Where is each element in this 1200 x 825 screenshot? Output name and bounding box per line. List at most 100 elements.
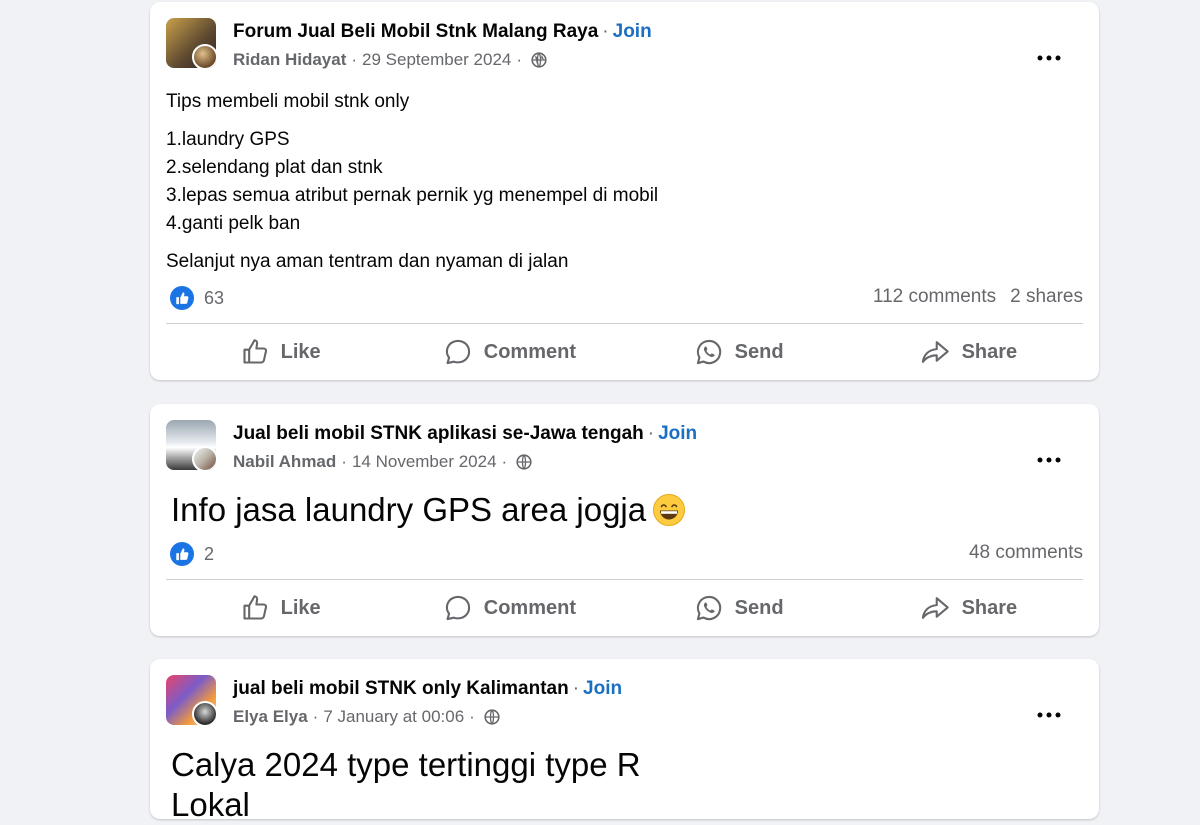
group-name-link[interactable]: Forum Jual Beli Mobil Stnk Malang Raya <box>233 21 598 42</box>
reaction-stats: 63 112 comments 2 shares <box>166 286 1083 316</box>
post-date[interactable]: 14 November 2024 <box>352 452 497 472</box>
post-meta: Nabil Ahmad · 14 November 2024 · <box>233 452 532 472</box>
post-text-line: Lokal <box>171 786 250 823</box>
divider <box>166 323 1083 324</box>
action-bar: Like Comment Send Share <box>166 582 1083 634</box>
separator-dot: · <box>341 452 347 471</box>
globe-icon <box>516 454 532 470</box>
post-meta: Elya Elya · 7 January at 00:06 · <box>233 707 500 727</box>
author-avatar[interactable] <box>192 44 216 68</box>
comment-count[interactable]: 112 comments <box>873 286 996 307</box>
more-options-icon <box>1037 457 1061 463</box>
like-count: 63 <box>204 287 225 308</box>
globe-icon <box>531 52 547 68</box>
separator-dot: · <box>516 50 523 69</box>
more-options-button[interactable] <box>1029 440 1069 480</box>
separator-dot: · <box>351 50 358 69</box>
feed-post: Jual beli mobil STNK aplikasi se-Jawa te… <box>150 404 1099 636</box>
separator-dot: · <box>501 452 508 471</box>
more-options-icon <box>1037 55 1061 61</box>
author-name[interactable]: Ridan Hidayat <box>233 50 346 70</box>
post-body: Tips membeli mobil stnk only 1.laundry G… <box>166 88 658 276</box>
join-group-link[interactable]: Join <box>583 678 622 699</box>
comment-bubble-icon <box>445 339 470 365</box>
thumbs-up-icon <box>170 286 194 310</box>
like-button[interactable]: Like <box>166 326 395 378</box>
group-name-link[interactable]: Jual beli mobil STNK aplikasi se-Jawa te… <box>233 423 644 444</box>
reaction-stats: 2 48 comments <box>166 542 1083 572</box>
group-name-line: Jual beli mobil STNK aplikasi se-Jawa te… <box>233 423 697 445</box>
share-arrow-icon <box>921 341 949 363</box>
group-name-link[interactable]: jual beli mobil STNK only Kalimantan <box>233 678 569 699</box>
post-list-item: 2.selendang plat dan stnk <box>166 157 383 178</box>
group-name-line: jual beli mobil STNK only Kalimantan · Joi… <box>233 678 622 700</box>
more-options-icon <box>1037 712 1061 718</box>
action-bar: Like Comment Send Share <box>166 326 1083 378</box>
share-button[interactable]: Share <box>854 582 1083 634</box>
reaction-count[interactable]: 63 <box>170 286 224 310</box>
post-header: Jual beli mobil STNK aplikasi se-Jawa te… <box>166 420 1083 476</box>
post-text: Info jasa laundry GPS area jogja <box>171 491 647 528</box>
comment-label: Comment <box>483 596 576 619</box>
globe-icon <box>484 709 500 725</box>
share-label: Share <box>961 596 1018 619</box>
post-date[interactable]: 7 January at 00:06 <box>323 707 464 727</box>
share-button[interactable]: Share <box>854 326 1083 378</box>
reaction-count[interactable]: 2 <box>170 542 214 566</box>
post-header: jual beli mobil STNK only Kalimantan · Joi… <box>166 675 1083 731</box>
send-button[interactable]: Send <box>625 582 854 634</box>
send-label: Send <box>734 596 784 619</box>
post-body: Calya 2024 type tertinggi type R Lokal <box>171 745 641 825</box>
more-options-button[interactable] <box>1029 38 1069 78</box>
whatsapp-icon <box>696 339 721 365</box>
send-button[interactable]: Send <box>625 326 854 378</box>
post-list-item: 4.ganti pelk ban <box>166 213 301 234</box>
feed-post: jual beli mobil STNK only Kalimantan · Joi… <box>150 659 1099 823</box>
group-name-line: Forum Jual Beli Mobil Stnk Malang Raya · J… <box>233 21 652 43</box>
share-label: Share <box>961 340 1018 363</box>
separator-dot: · <box>572 678 580 699</box>
post-meta: Ridan Hidayat · 29 September 2024 · <box>233 50 547 70</box>
comment-bubble-icon <box>445 595 470 621</box>
author-name[interactable]: Nabil Ahmad <box>233 452 336 472</box>
post-list-item: 1.laundry GPS <box>166 129 290 150</box>
separator-dot: · <box>602 21 609 42</box>
author-name[interactable]: Elya Elya <box>233 707 308 727</box>
post-text-line: Selanjut nya aman tentram dan nyaman di … <box>166 251 569 272</box>
group-avatar[interactable] <box>166 420 216 470</box>
like-label: Like <box>280 596 321 619</box>
comment-button[interactable]: Comment <box>395 582 624 634</box>
thumbs-up-icon <box>170 542 194 566</box>
join-group-link[interactable]: Join <box>658 423 697 444</box>
thumbs-up-outline-icon <box>243 595 267 620</box>
separator-dot: · <box>312 707 319 726</box>
divider <box>166 579 1083 580</box>
share-count[interactable]: 2 shares <box>1010 286 1083 307</box>
post-body: Info jasa laundry GPS area jogja <box>171 490 686 530</box>
group-avatar[interactable] <box>166 18 216 68</box>
engagement-counts: 48 comments <box>969 542 1083 564</box>
like-button[interactable]: Like <box>166 582 395 634</box>
comment-button[interactable]: Comment <box>395 326 624 378</box>
post-text-line: Tips membeli mobil stnk only <box>166 91 410 112</box>
post-header: Forum Jual Beli Mobil Stnk Malang Raya · J… <box>166 18 1083 74</box>
feed-post: Forum Jual Beli Mobil Stnk Malang Raya · J… <box>150 2 1099 380</box>
group-avatar[interactable] <box>166 675 216 725</box>
like-label: Like <box>280 340 321 363</box>
comment-label: Comment <box>483 340 576 363</box>
share-arrow-icon <box>921 597 949 619</box>
more-options-button[interactable] <box>1029 695 1069 735</box>
separator-dot: · <box>647 423 655 444</box>
author-avatar[interactable] <box>192 701 216 725</box>
whatsapp-icon <box>696 595 721 621</box>
post-text-line: Calya 2024 type tertinggi type R <box>171 746 641 783</box>
post-date[interactable]: 29 September 2024 <box>362 50 511 70</box>
grinning-face-emoji <box>653 494 686 526</box>
comment-count[interactable]: 48 comments <box>969 542 1083 563</box>
join-group-link[interactable]: Join <box>613 21 652 42</box>
like-count: 2 <box>204 543 215 564</box>
author-avatar[interactable] <box>192 446 216 470</box>
post-list-item: 3.lepas semua atribut pernak pernik yg m… <box>166 185 659 206</box>
send-label: Send <box>734 340 784 363</box>
engagement-counts: 112 comments 2 shares <box>873 286 1083 308</box>
